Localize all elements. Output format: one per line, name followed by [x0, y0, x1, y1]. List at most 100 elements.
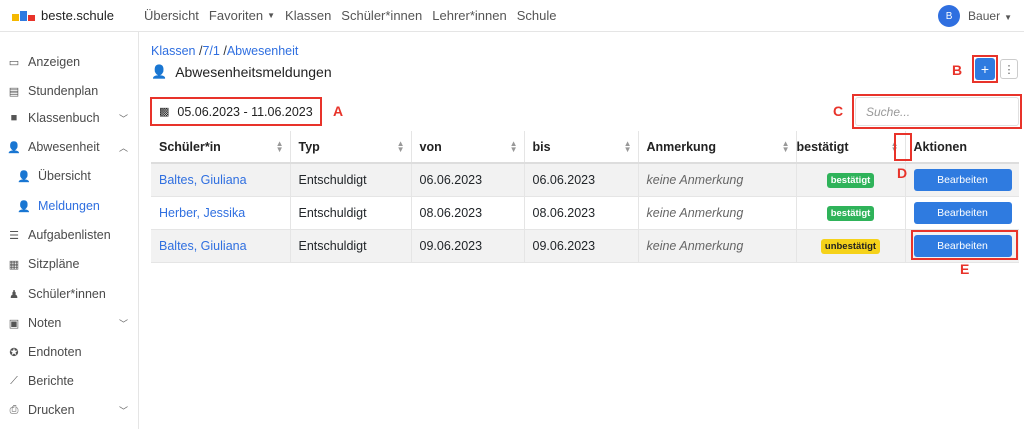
- student-link[interactable]: Baltes, Giuliana: [159, 173, 247, 187]
- sidebar-item-label: Berichte: [28, 374, 74, 388]
- avatar: B: [938, 5, 961, 27]
- timetable-icon: ▤: [8, 85, 20, 98]
- sidebar-item-label: Übersicht: [38, 169, 91, 183]
- table-header-row: Schüler*in ▲ ▼ Typ ▲ ▼ von ▲ ▼ bis ▲ ▼ Anmerkung…: [151, 131, 1019, 164]
- edit-button[interactable]: Bearbeiten: [913, 168, 1012, 191]
- to-cell: 06.06.2023: [524, 163, 639, 197]
- page-title-text: Abwesenheitsmeldungen: [175, 64, 332, 80]
- student-link[interactable]: Baltes, Giuliana: [159, 239, 247, 253]
- from-cell: 08.06.2023: [411, 196, 525, 230]
- col-schueler[interactable]: Schüler*in ▲ ▼: [151, 131, 291, 164]
- status-badge: bestätigt: [826, 205, 875, 221]
- sidebar-item-label: Sitzpläne: [28, 257, 80, 271]
- col-von[interactable]: von ▲ ▼: [411, 131, 525, 164]
- sort-icon[interactable]: ▲ ▼: [510, 140, 518, 154]
- remark-cell: keine Anmerkung: [638, 229, 797, 263]
- student-link[interactable]: Herber, Jessika: [159, 206, 245, 220]
- breadcrumb-abwesenheit[interactable]: Abwesenheit: [227, 44, 299, 58]
- column-label: Schüler*in: [159, 139, 221, 154]
- nav-uebersicht[interactable]: Übersicht: [144, 8, 199, 23]
- nav-schueler[interactable]: Schüler*innen: [341, 8, 422, 23]
- sidebar-item-label: Endnoten: [28, 345, 82, 359]
- annotation-label-a: A: [333, 103, 344, 119]
- type-cell: Entschuldigt: [290, 196, 412, 230]
- col-aktionen: Aktionen: [905, 131, 1019, 164]
- nav-favoriten-label: Favoriten: [208, 8, 264, 23]
- col-anmerkung[interactable]: Anmerkung ▲ ▼: [638, 131, 797, 164]
- column-label: Anmerkung: [646, 139, 716, 154]
- user-check-icon: 👤: [17, 170, 31, 183]
- column-label: Aktionen: [913, 139, 967, 154]
- brand-name: beste.schule: [41, 8, 114, 23]
- user-check-icon: 👤: [151, 64, 168, 79]
- chevron-down-icon: ﹀: [118, 318, 128, 329]
- column-label: von: [419, 139, 442, 154]
- sidebar-item-label: Klassenbuch: [28, 111, 100, 125]
- sidebar-item-klassenbuch[interactable]: ■ Klassenbuch ﹀: [8, 108, 132, 128]
- sidebar-item-berichte[interactable]: ⟋ Berichte: [8, 371, 132, 391]
- calendar-icon: ▩: [159, 106, 170, 118]
- column-label: bis: [532, 139, 551, 154]
- col-bestaetigt[interactable]: bestätigt ▲ ▼: [796, 131, 906, 164]
- status-badge: bestätigt: [826, 172, 875, 188]
- brand[interactable]: beste.schule: [12, 8, 144, 23]
- sidebar-item-drucken[interactable]: ⎙ Drucken ﹀: [8, 400, 132, 420]
- table-row: Baltes, Giuliana Entschuldigt 06.06.2023…: [151, 163, 1019, 197]
- nav-klassen[interactable]: Klassen: [285, 8, 331, 23]
- col-typ[interactable]: Typ ▲ ▼: [290, 131, 412, 164]
- edit-button[interactable]: Bearbeiten: [913, 234, 1012, 257]
- breadcrumb-klasse[interactable]: 7/1: [202, 44, 219, 58]
- sidebar-item-label: Stundenplan: [28, 84, 99, 98]
- sidebar-item-schueler[interactable]: ♟ Schüler*innen: [8, 284, 132, 304]
- sidebar-item-aufgabenlisten[interactable]: ☰ Aufgabenlisten: [8, 225, 132, 245]
- sidebar-item-anzeigen[interactable]: ▭ Anzeigen: [8, 52, 132, 72]
- sidebar-item-label: Drucken: [28, 403, 75, 417]
- to-cell: 08.06.2023: [524, 196, 639, 230]
- sort-icon[interactable]: ▲ ▼: [624, 140, 632, 154]
- sidebar-item-sitzplaene[interactable]: ▦ Sitzpläne: [8, 254, 132, 274]
- from-cell: 06.06.2023: [411, 163, 525, 197]
- sort-icon[interactable]: ▲ ▼: [397, 140, 405, 154]
- sidebar-item-stundenplan[interactable]: ▤ Stundenplan: [8, 81, 132, 101]
- sort-icon[interactable]: ▲ ▼: [891, 140, 899, 154]
- sort-icon[interactable]: ▲ ▼: [782, 140, 790, 154]
- absence-table: Schüler*in ▲ ▼ Typ ▲ ▼ von ▲ ▼ bis ▲ ▼ Anmerkung…: [151, 131, 1019, 263]
- sidebar-item-abwesenheit[interactable]: 👤 Abwesenheit ︿: [7, 137, 132, 157]
- annotation-label-d: D: [897, 165, 908, 181]
- nav-schule[interactable]: Schule: [517, 8, 557, 23]
- annotation-label-b: B: [952, 62, 963, 78]
- col-bis[interactable]: bis ▲ ▼: [524, 131, 639, 164]
- user-name-label: Bauer: [968, 9, 1001, 23]
- book-icon: ■: [10, 112, 18, 124]
- more-options-button[interactable]: ⋮: [1000, 59, 1018, 79]
- brand-logo-icon: [12, 10, 35, 21]
- breadcrumb-klassen[interactable]: Klassen: [151, 44, 195, 58]
- list-icon: ☰: [9, 229, 19, 242]
- status-badge: unbestätigt: [820, 238, 881, 254]
- top-navbar: beste.schule Übersicht Favoriten ▼ Klasse…: [0, 0, 1024, 32]
- sort-icon[interactable]: ▲ ▼: [276, 140, 284, 154]
- add-button[interactable]: +: [975, 58, 995, 80]
- column-label: bestätigt: [796, 139, 849, 154]
- sidebar-item-noten[interactable]: ▣ Noten ﹀: [8, 313, 132, 333]
- remark-cell: keine Anmerkung: [638, 196, 797, 230]
- sidebar-item-meldungen[interactable]: 👤 Meldungen: [17, 196, 132, 216]
- from-cell: 09.06.2023: [411, 229, 525, 263]
- table-row: Herber, Jessika Entschuldigt 08.06.2023 …: [151, 196, 1019, 230]
- chevron-up-icon: ︿: [118, 142, 128, 153]
- sidebar-item-abwesenheit-uebersicht[interactable]: 👤 Übersicht: [17, 166, 132, 186]
- main-nav: Übersicht Favoriten ▼ Klassen Schüler*inn…: [144, 8, 556, 23]
- display-icon: ▭: [8, 56, 20, 69]
- type-cell: Entschuldigt: [290, 163, 412, 197]
- sidebar-item-label: Schüler*innen: [28, 287, 106, 301]
- date-range-picker[interactable]: ▩ 05.06.2023 - 11.06.2023: [153, 99, 319, 124]
- print-icon: ⎙: [9, 403, 19, 416]
- type-cell: Entschuldigt: [290, 229, 412, 263]
- search-input[interactable]: [855, 97, 1019, 126]
- column-label: Typ: [298, 139, 320, 154]
- nav-lehrer[interactable]: Lehrer*innen: [432, 8, 506, 23]
- user-menu[interactable]: B Bauer ▼: [938, 5, 1012, 27]
- edit-button[interactable]: Bearbeiten: [913, 201, 1012, 224]
- sidebar-item-endnoten[interactable]: ✪ Endnoten: [8, 342, 132, 362]
- nav-favoriten[interactable]: Favoriten ▼: [209, 8, 275, 23]
